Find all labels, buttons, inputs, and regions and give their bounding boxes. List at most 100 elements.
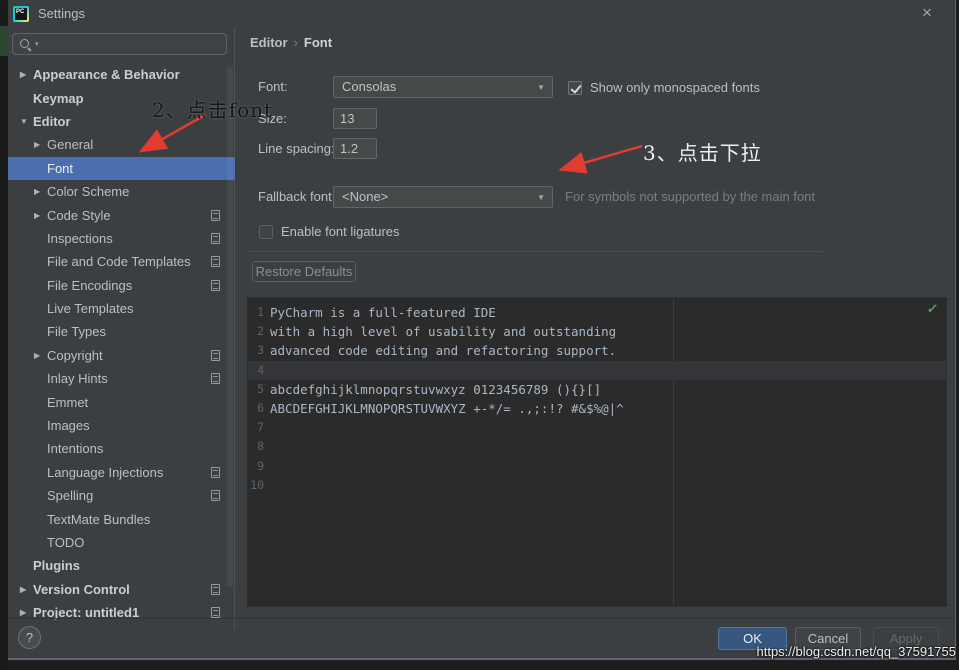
sidebar-item-editor[interactable]: ▼ Editor: [8, 110, 235, 133]
font-settings-panel: Editor › Font Font: Consolas ▼ Show only m…: [236, 27, 955, 620]
line-spacing-input[interactable]: [333, 138, 377, 159]
sidebar-item-file-encodings[interactable]: File Encodings: [8, 274, 235, 297]
breadcrumb-editor[interactable]: Editor: [250, 35, 288, 50]
sidebar-item-general[interactable]: ▶ General: [8, 133, 235, 156]
settings-dialog-screen: PC Settings × ▾ ▶ Appearance & Behavior Ke…: [0, 0, 959, 670]
sidebar-item-code-style[interactable]: ▶ Code Style: [8, 203, 235, 226]
sidebar-item-label: Keymap: [33, 90, 84, 106]
chevron-right-icon[interactable]: ▶: [20, 70, 33, 79]
sidebar-scrollbar[interactable]: [227, 67, 233, 587]
size-input[interactable]: [333, 108, 377, 129]
project-settings-page-icon: [211, 232, 220, 244]
sidebar-item-label: Live Templates: [47, 301, 134, 317]
chevron-right-icon[interactable]: ▶: [34, 187, 47, 196]
sidebar-item-todo[interactable]: TODO: [8, 531, 235, 554]
breadcrumb: Editor › Font: [250, 35, 332, 50]
chevron-down-icon: ▼: [537, 83, 545, 92]
sidebar-item-color-scheme[interactable]: ▶ Color Scheme: [8, 180, 235, 203]
close-icon[interactable]: ×: [917, 3, 937, 23]
font-preview-editor[interactable]: 1 PyCharm is a full-featured IDE 2 with a h…: [247, 297, 947, 607]
sidebar-item-label: Spelling: [47, 488, 94, 504]
line-number: 6: [257, 400, 264, 415]
line-number: 8: [257, 439, 264, 454]
size-label: Size:: [258, 111, 287, 126]
chevron-right-icon[interactable]: ▶: [34, 351, 47, 360]
line-number: 5: [257, 381, 264, 396]
sidebar-item-label: Code Style: [47, 207, 111, 223]
sidebar-item-label: TODO: [47, 535, 85, 550]
monospaced-checkbox[interactable]: [568, 80, 582, 95]
sidebar-item-appearance-behavior[interactable]: ▶ Appearance & Behavior: [8, 63, 235, 86]
background-window-edge: [0, 0, 8, 670]
sidebar-item-copyright[interactable]: ▶ Copyright: [8, 344, 235, 367]
preview-code-line: 9: [248, 457, 946, 476]
sidebar-item-images[interactable]: Images: [8, 414, 235, 437]
sidebar-item-inlay-hints[interactable]: Inlay Hints: [8, 367, 235, 390]
chevron-down-icon: ▼: [537, 193, 545, 202]
sidebar-item-spelling[interactable]: Spelling: [8, 484, 235, 507]
sidebar-item-file-types[interactable]: File Types: [8, 320, 235, 343]
sidebar-item-textmate-bundles[interactable]: TextMate Bundles: [8, 507, 235, 530]
dialog-titlebar: PC Settings ×: [8, 0, 955, 27]
ligatures-checkbox-label: Enable font ligatures: [281, 224, 400, 239]
sidebar-item-inspections[interactable]: Inspections: [8, 227, 235, 250]
restore-defaults-button[interactable]: Restore Defaults: [252, 261, 356, 282]
code-text: with a high level of usability and outst…: [270, 324, 617, 340]
search-history-caret-icon[interactable]: ▾: [35, 40, 39, 48]
chevron-right-icon[interactable]: ▶: [20, 585, 33, 594]
chevron-right-icon[interactable]: ▶: [34, 211, 47, 220]
project-settings-page-icon: [211, 583, 220, 595]
project-settings-page-icon: [211, 607, 220, 619]
project-settings-page-icon: [211, 490, 220, 502]
line-number: 9: [257, 458, 264, 473]
settings-sidebar: ▾ ▶ Appearance & Behavior Keymap ▼ Editor ▶ Ge…: [8, 27, 235, 630]
search-icon: [19, 38, 32, 51]
settings-dialog: PC Settings × ▾ ▶ Appearance & Behavior Ke…: [8, 0, 956, 660]
ok-button[interactable]: OK: [718, 627, 787, 650]
preview-code-line: 5 abcdefghijklmnopqrstuvwxyz 0123456789 (…: [248, 380, 946, 399]
code-text: advanced code editing and refactoring su…: [270, 343, 617, 359]
sidebar-item-file-and-code-templates[interactable]: File and Code Templates: [8, 250, 235, 273]
fallback-font-label: Fallback font:: [258, 189, 336, 204]
line-number: 3: [257, 343, 264, 358]
sidebar-item-label: Copyright: [47, 347, 103, 363]
code-text: ABCDEFGHIJKLMNOPQRSTUVWXYZ +-*/= .,;:!? …: [270, 400, 624, 416]
dialog-title: Settings: [38, 6, 85, 21]
sidebar-item-version-control[interactable]: ▶ Version Control: [8, 578, 235, 601]
cancel-button[interactable]: Cancel: [795, 627, 861, 650]
sidebar-item-label: Appearance & Behavior: [33, 67, 180, 83]
line-number: 4: [257, 362, 264, 377]
code-text: PyCharm is a full-featured IDE: [270, 305, 496, 320]
apply-button[interactable]: Apply: [873, 627, 939, 650]
sidebar-item-emmet[interactable]: Emmet: [8, 390, 235, 413]
help-button[interactable]: ?: [18, 626, 41, 649]
project-settings-page-icon: [211, 466, 220, 478]
chevron-right-icon[interactable]: ▶: [20, 608, 33, 617]
search-input[interactable]: [42, 37, 220, 51]
project-settings-page-icon: [211, 373, 220, 385]
pycharm-logo-icon: PC: [13, 5, 29, 22]
sidebar-item-font[interactable]: Font: [8, 156, 235, 180]
sidebar-item-live-templates[interactable]: Live Templates: [8, 297, 235, 320]
sidebar-item-label: Inspections: [47, 230, 113, 246]
font-family-dropdown[interactable]: Consolas ▼: [333, 76, 553, 98]
line-number: 1: [257, 305, 264, 319]
sidebar-item-keymap[interactable]: Keymap: [8, 86, 235, 109]
ligatures-checkbox[interactable]: [259, 224, 273, 239]
sidebar-item-label: TextMate Bundles: [47, 511, 151, 527]
preview-code-line: 4: [248, 360, 946, 380]
sidebar-item-label: Images: [47, 418, 90, 434]
settings-search-box[interactable]: ▾: [12, 33, 227, 55]
sidebar-item-label: Inlay Hints: [47, 371, 108, 387]
sidebar-item-intentions[interactable]: Intentions: [8, 437, 235, 460]
sidebar-item-label: Plugins: [33, 558, 80, 574]
fallback-font-dropdown[interactable]: <None> ▼: [333, 186, 553, 208]
sidebar-item-plugins[interactable]: Plugins: [8, 554, 235, 577]
sidebar-item-label: Version Control: [33, 581, 130, 597]
dialog-footer: ? OK Cancel Apply: [8, 618, 955, 658]
chevron-down-icon[interactable]: ▼: [20, 117, 33, 126]
sidebar-item-language-injections[interactable]: Language Injections: [8, 461, 235, 484]
sidebar-item-label: General: [47, 137, 94, 153]
chevron-right-icon[interactable]: ▶: [34, 140, 47, 149]
settings-tree: ▶ Appearance & Behavior Keymap ▼ Editor ▶ Gene…: [8, 63, 235, 630]
